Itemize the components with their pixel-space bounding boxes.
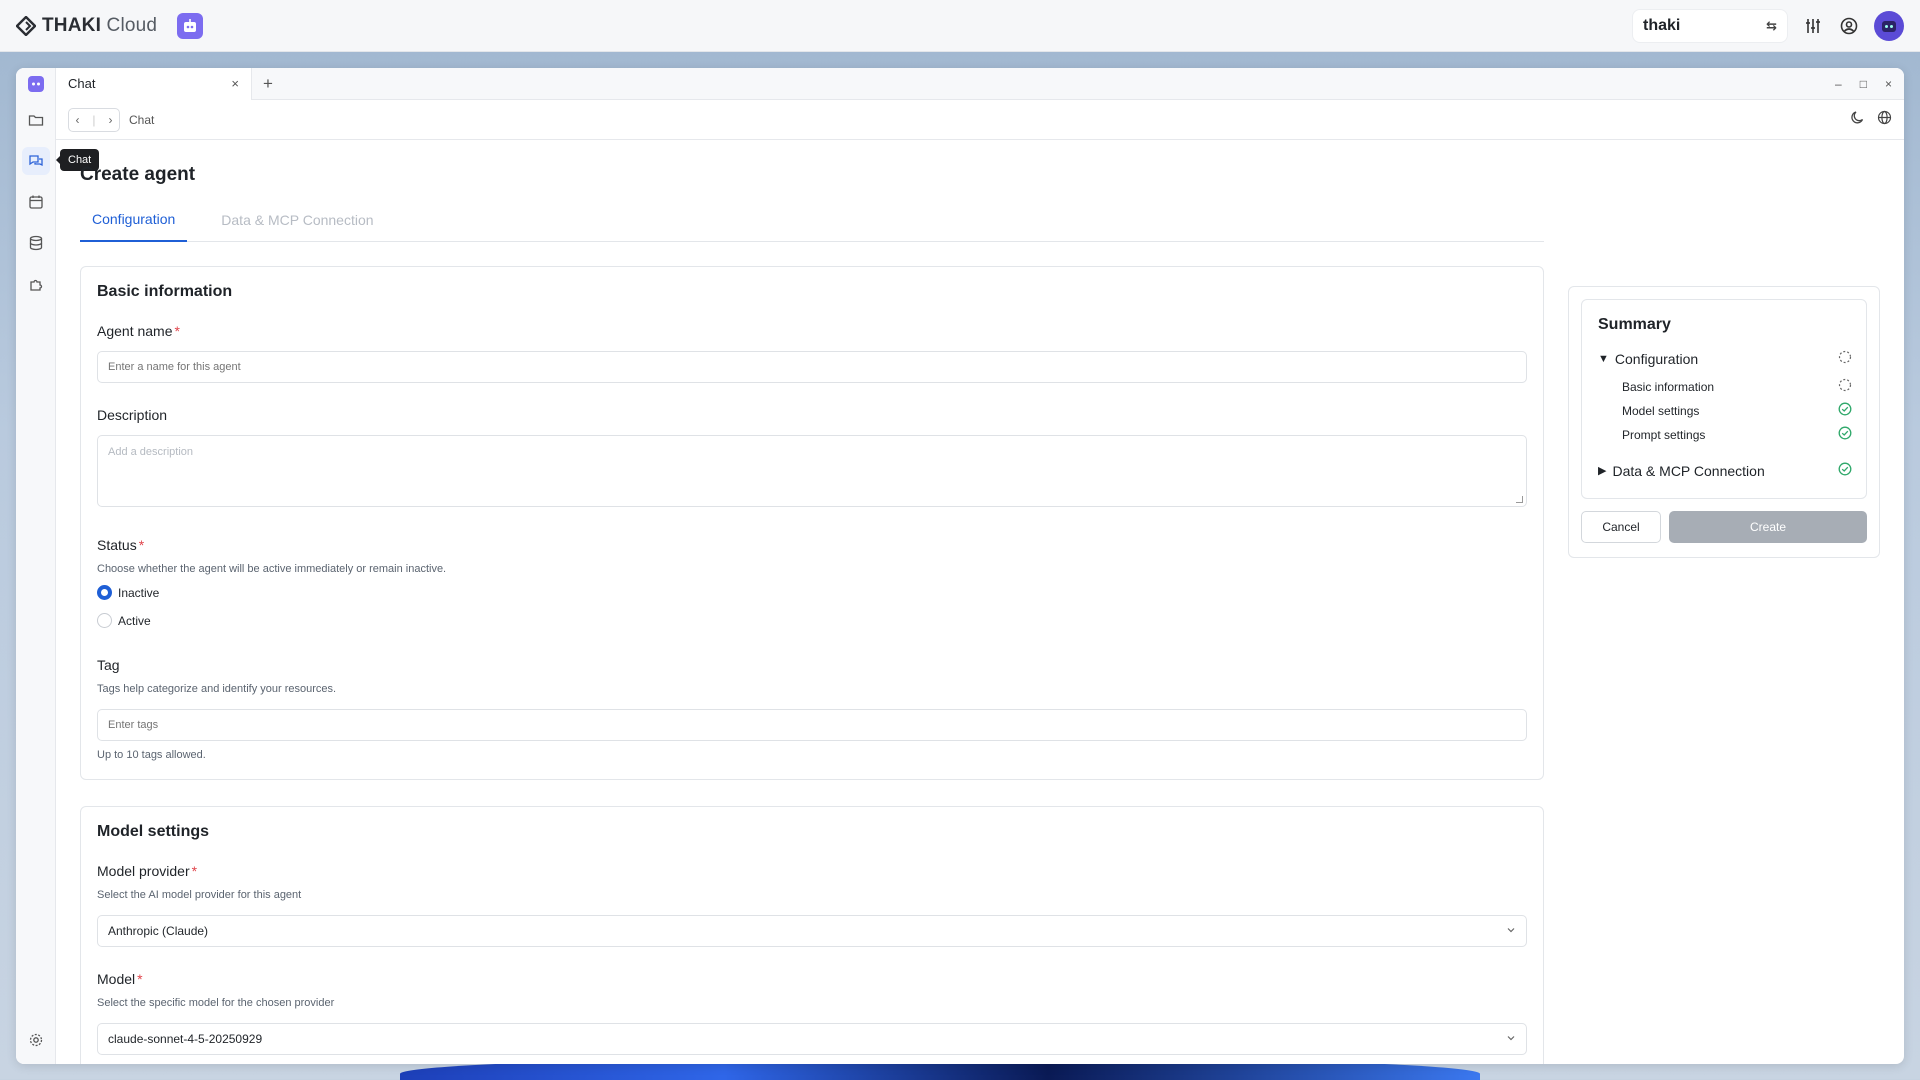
form-tabs: Configuration Data & MCP Connection [80, 198, 1544, 242]
user-account-icon[interactable] [1838, 15, 1860, 37]
basic-information-card: Basic information Agent name* Descriptio… [80, 266, 1544, 780]
app-bot-icon[interactable] [22, 70, 50, 98]
agent-name-input[interactable] [97, 351, 1527, 383]
thaki-logo-icon [16, 15, 36, 36]
model-provider-hint: Select the AI model provider for this ag… [97, 889, 302, 901]
model-settings-card: Model settings Model provider * Select th… [80, 806, 1544, 1064]
settings-sliders-icon[interactable] [1802, 15, 1824, 37]
close-window-button[interactable]: × [1885, 77, 1892, 91]
close-tab-icon[interactable]: × [231, 76, 239, 91]
description-textarea[interactable]: Add a description [97, 435, 1527, 507]
triangle-right-icon: ▶ [1598, 465, 1607, 477]
tab-chat[interactable]: Chat × [56, 68, 252, 100]
workspace-name: thaki [1643, 16, 1681, 34]
database-icon[interactable] [22, 229, 50, 257]
assistant-avatar[interactable] [1874, 10, 1904, 41]
tag-hint: Tags help categorize and identify your r… [97, 683, 337, 695]
pending-circle-icon [1838, 378, 1852, 395]
tag-limit-note: Up to 10 tags allowed. [97, 749, 206, 761]
radio-checked[interactable] [97, 585, 112, 600]
model-hint: Select the specific model for the chosen… [97, 997, 335, 1009]
chevron-down-icon [1506, 1032, 1516, 1046]
card-title: Basic information [97, 283, 233, 300]
agent-name-label: Agent name * [97, 323, 180, 339]
app-window: Chat Chat × + – □ × ‹ | › Chat Create ag… [16, 68, 1904, 1064]
summary-data-mcp-connection[interactable]: ▶ Data & MCP Connection [1598, 462, 1852, 479]
summary-box: Summary ▼ Configuration Basic informatio… [1581, 299, 1867, 499]
tag-input[interactable] [97, 709, 1527, 741]
assistant-bot-icon[interactable] [177, 12, 204, 39]
model-provider-select[interactable]: Anthropic (Claude) [97, 915, 1527, 947]
check-circle-icon [1838, 426, 1852, 443]
resize-handle[interactable] [1516, 496, 1523, 503]
tab-configuration[interactable]: Configuration [80, 198, 188, 242]
description-label: Description [97, 407, 168, 423]
tab-bar: Chat × + – □ × [56, 68, 1904, 100]
status-option-active[interactable]: Active [97, 613, 151, 628]
minimize-window-button[interactable]: – [1835, 77, 1842, 91]
navigation-bar: ‹ | › Chat [56, 100, 1904, 140]
summary-prompt-settings[interactable]: Prompt settings [1622, 426, 1852, 443]
summary-configuration[interactable]: ▼ Configuration [1598, 350, 1852, 367]
tab-label: Chat [68, 76, 96, 91]
tab-data-mcp-connection[interactable]: Data & MCP Connection [209, 198, 385, 242]
history-nav: ‹ | › [68, 107, 120, 132]
summary-model-settings[interactable]: Model settings [1622, 402, 1852, 419]
workspace-selector[interactable]: thaki ⇆ [1632, 8, 1788, 43]
tag-label: Tag [97, 657, 120, 673]
maximize-window-button[interactable]: □ [1860, 77, 1867, 91]
summary-title: Summary [1598, 316, 1671, 333]
left-icon-rail [16, 68, 56, 1064]
puzzle-plugin-icon[interactable] [22, 270, 50, 298]
model-provider-label: Model provider * [97, 863, 198, 879]
create-agent-page: Create agent Configuration Data & MCP Co… [56, 140, 1904, 1064]
back-arrow-icon[interactable]: ‹ [75, 113, 79, 127]
status-hint: Choose whether the agent will be active … [97, 563, 447, 575]
language-globe-icon[interactable] [1877, 110, 1892, 130]
calendar-icon[interactable] [22, 188, 50, 216]
nav-divider: | [92, 112, 96, 127]
model-label: Model * [97, 971, 143, 987]
status-option-inactive[interactable]: Inactive [97, 585, 159, 600]
status-label: Status * [97, 537, 145, 553]
brand-logo[interactable]: THAKI Cloud [16, 15, 157, 37]
chevron-down-icon [1506, 924, 1516, 938]
check-circle-icon [1838, 462, 1852, 479]
model-select[interactable]: claude-sonnet-4-5-20250929 [97, 1023, 1527, 1055]
cancel-button[interactable]: Cancel [1581, 511, 1661, 543]
create-button[interactable]: Create [1669, 511, 1867, 543]
description-placeholder: Add a description [108, 446, 193, 458]
summary-panel: Summary ▼ Configuration Basic informatio… [1568, 286, 1880, 558]
brand-name: THAKI Cloud [42, 14, 158, 36]
check-circle-icon [1838, 402, 1852, 419]
forward-arrow-icon[interactable]: › [109, 113, 113, 127]
settings-gear-icon[interactable] [22, 1026, 50, 1054]
pending-circle-icon [1838, 350, 1852, 367]
card-title: Model settings [97, 823, 210, 840]
switch-arrows-icon: ⇆ [1766, 17, 1777, 33]
top-bar: THAKI Cloud thaki ⇆ [0, 0, 1920, 52]
dark-mode-moon-icon[interactable] [1850, 110, 1865, 130]
summary-basic-information[interactable]: Basic information [1622, 378, 1852, 395]
folder-icon[interactable] [22, 106, 50, 134]
page-title: Create agent [80, 164, 196, 185]
chat-icon[interactable] [22, 147, 50, 175]
radio-unchecked[interactable] [97, 613, 112, 628]
triangle-down-icon: ▼ [1598, 352, 1609, 365]
add-tab-button[interactable]: + [252, 74, 284, 94]
breadcrumb[interactable]: Chat [129, 113, 154, 127]
